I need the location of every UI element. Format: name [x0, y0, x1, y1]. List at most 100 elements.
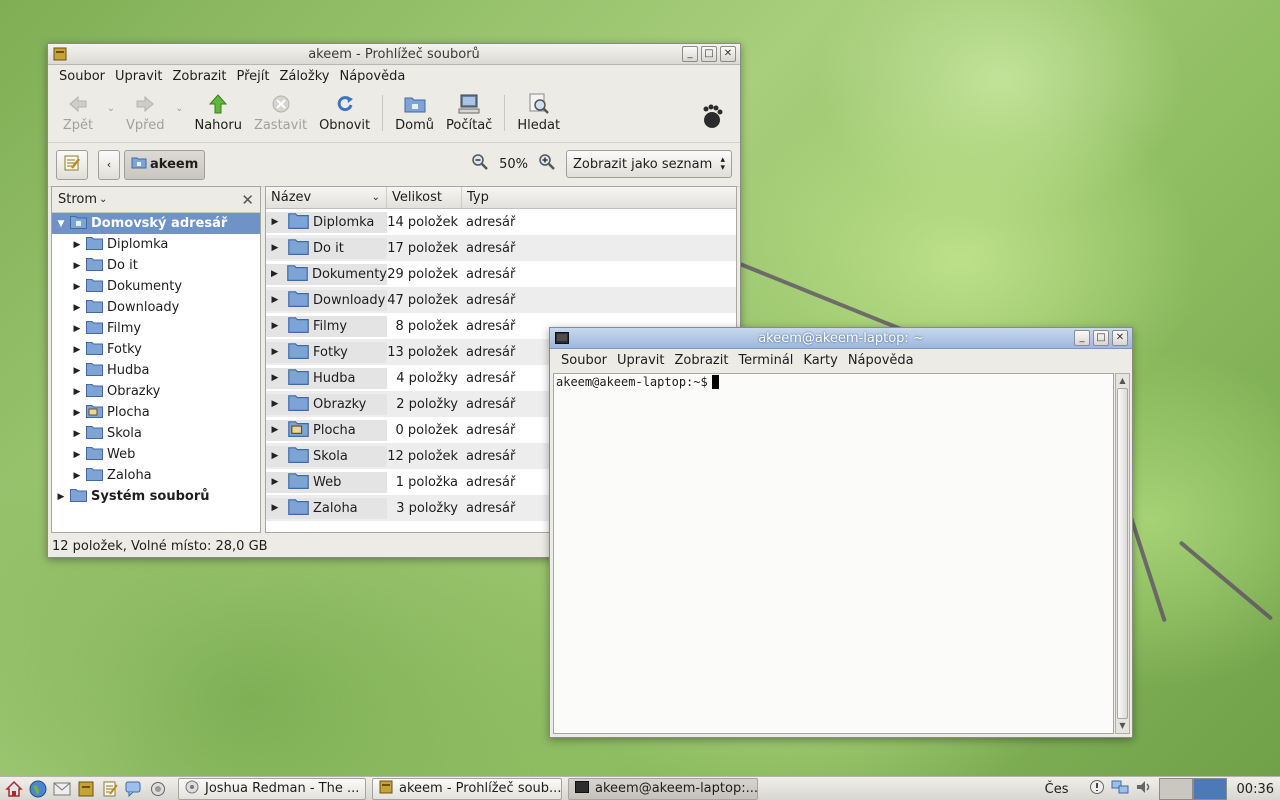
chat-icon[interactable]	[124, 779, 144, 799]
network-icon[interactable]	[1111, 779, 1129, 799]
expand-triangle-icon[interactable]: ▶	[70, 324, 84, 334]
sidebar-item-plocha[interactable]: ▶ Plocha	[52, 402, 260, 423]
expand-triangle-icon[interactable]: ▶	[70, 261, 84, 271]
expand-triangle-icon[interactable]: ▶	[70, 387, 84, 397]
stop-button[interactable]: Zastavit	[248, 93, 313, 133]
zoom-out-icon[interactable]	[471, 153, 489, 175]
zoom-level[interactable]: 50%	[499, 157, 528, 172]
taskbar-item-file-manager[interactable]: akeem - Prohlížeč soub...	[372, 777, 562, 800]
scroll-up-icon[interactable]: ▲	[1116, 374, 1129, 388]
search-button[interactable]: Hledat	[511, 93, 566, 133]
sidebar-item-downloady[interactable]: ▶ Downloady	[52, 297, 260, 318]
web-browser-icon[interactable]	[28, 779, 48, 799]
clock[interactable]: 00:36	[1237, 782, 1274, 797]
file-manager-launcher-icon[interactable]	[76, 779, 96, 799]
sidebar-item-skola[interactable]: ▶ Skola	[52, 423, 260, 444]
expand-triangle-icon[interactable]: ▶	[70, 240, 84, 250]
terminal-titlebar[interactable]: akeem@akeem-laptop: ~ _ □ ✕	[550, 328, 1132, 349]
workspace-2[interactable]	[1192, 778, 1227, 800]
expand-triangle-icon[interactable]: ▶	[268, 217, 282, 227]
menu-view[interactable]: Zobrazit	[669, 353, 733, 368]
forward-button[interactable]: Vpřed	[120, 93, 170, 133]
expand-triangle-icon[interactable]: ▶	[268, 321, 282, 331]
expand-triangle-icon[interactable]: ▶	[70, 282, 84, 292]
up-button[interactable]: Nahoru	[188, 93, 247, 133]
menu-help[interactable]: Nápověda	[334, 69, 410, 84]
menu-tabs[interactable]: Karty	[798, 353, 842, 368]
sidebar-mode-select[interactable]: Strom ⌄	[58, 192, 107, 207]
mail-icon[interactable]	[52, 779, 72, 799]
maximize-button[interactable]: □	[701, 46, 717, 62]
menu-help[interactable]: Nápověda	[843, 353, 919, 368]
zoom-in-icon[interactable]	[538, 153, 556, 175]
path-button-home[interactable]: akeem	[124, 149, 206, 180]
reload-button[interactable]: Obnovit	[313, 93, 376, 133]
sidebar-item-do-it[interactable]: ▶ Do it	[52, 255, 260, 276]
expand-triangle-icon[interactable]: ▶	[268, 451, 282, 461]
file-manager-titlebar[interactable]: akeem - Prohlížeč souborů _ □ ✕	[48, 44, 740, 65]
expand-triangle-icon[interactable]: ▶	[268, 295, 282, 305]
expand-triangle-icon[interactable]: ▶	[70, 429, 84, 439]
back-history-dropdown[interactable]: ⌄	[102, 103, 120, 114]
expand-triangle-icon[interactable]: ▶	[268, 243, 282, 253]
workspace-switcher[interactable]	[1158, 778, 1227, 800]
workspace-1[interactable]	[1158, 778, 1193, 800]
expand-triangle-icon[interactable]: ▶	[268, 399, 282, 409]
path-scroll-left-button[interactable]: ‹	[98, 149, 120, 180]
maximize-button[interactable]: □	[1093, 330, 1109, 346]
minimize-button[interactable]: _	[682, 46, 698, 62]
scroll-thumb[interactable]	[1117, 388, 1128, 719]
sidebar-item-filesystem[interactable]: ▶ Systém souborů	[52, 486, 260, 507]
expand-triangle-icon[interactable]: ▶	[70, 450, 84, 460]
expand-triangle-icon[interactable]: ▶	[268, 503, 282, 513]
menu-edit[interactable]: Upravit	[110, 69, 167, 84]
sidebar-item-web[interactable]: ▶ Web	[52, 444, 260, 465]
expand-triangle-icon[interactable]: ▶	[268, 477, 282, 487]
sidebar-item-fotky[interactable]: ▶ Fotky	[52, 339, 260, 360]
menu-file[interactable]: Soubor	[54, 69, 110, 84]
close-button[interactable]: ✕	[720, 46, 736, 62]
forward-history-dropdown[interactable]: ⌄	[170, 103, 188, 114]
back-button[interactable]: Zpět	[54, 93, 102, 133]
menu-terminal[interactable]: Terminál	[733, 353, 798, 368]
taskbar-item-terminal[interactable]: akeem@akeem-laptop:...	[568, 777, 758, 800]
menu-go[interactable]: Přejít	[231, 69, 274, 84]
expand-triangle-icon[interactable]: ▶	[268, 373, 282, 383]
update-notifier-icon[interactable]	[1089, 779, 1105, 799]
expand-triangle-icon[interactable]: ▶	[70, 471, 84, 481]
scroll-down-icon[interactable]: ▼	[1116, 719, 1129, 733]
taskbar-item-music[interactable]: Joshua Redman - The ...	[178, 777, 366, 800]
close-sidebar-icon[interactable]: ✕	[241, 191, 254, 209]
text-editor-icon[interactable]	[100, 779, 120, 799]
expand-triangle-icon[interactable]: ▶	[54, 492, 68, 502]
terminal-output[interactable]: akeem@akeem-laptop:~$	[553, 373, 1114, 734]
sidebar-item-hudba[interactable]: ▶ Hudba	[52, 360, 260, 381]
menu-view[interactable]: Zobrazit	[167, 69, 231, 84]
applications-menu-icon[interactable]	[4, 779, 24, 799]
column-size-header[interactable]: Velikost	[387, 187, 462, 208]
menu-file[interactable]: Soubor	[556, 353, 612, 368]
computer-button[interactable]: Počítač	[440, 93, 498, 133]
terminal-scrollbar[interactable]: ▲ ▼	[1115, 373, 1130, 734]
close-button[interactable]: ✕	[1112, 330, 1128, 346]
expand-triangle-icon[interactable]: ▶	[268, 347, 282, 357]
menu-bookmarks[interactable]: Záložky	[274, 69, 334, 84]
sidebar-item-home[interactable]: ▼ Domovský adresář	[52, 213, 260, 234]
menu-edit[interactable]: Upravit	[612, 353, 669, 368]
toggle-location-button[interactable]	[56, 149, 88, 180]
table-row[interactable]: ▶ Do it 17 položek adresář	[266, 235, 736, 261]
sidebar-item-zaloha[interactable]: ▶ Zaloha	[52, 465, 260, 486]
collapse-triangle-icon[interactable]: ▼	[54, 219, 68, 229]
sidebar-item-obrazky[interactable]: ▶ Obrazky	[52, 381, 260, 402]
sidebar-item-dokumenty[interactable]: ▶ Dokumenty	[52, 276, 260, 297]
screensaver-icon[interactable]	[148, 779, 168, 799]
volume-icon[interactable]	[1135, 779, 1153, 799]
table-row[interactable]: ▶ Diplomka 14 položek adresář	[266, 209, 736, 235]
sidebar-item-diplomka[interactable]: ▶ Diplomka	[52, 234, 260, 255]
expand-triangle-icon[interactable]: ▶	[268, 425, 282, 435]
sidebar-item-filmy[interactable]: ▶ Filmy	[52, 318, 260, 339]
expand-triangle-icon[interactable]: ▶	[70, 345, 84, 355]
column-name-header[interactable]: Název ⌄	[266, 187, 387, 208]
expand-triangle-icon[interactable]: ▶	[70, 366, 84, 376]
expand-triangle-icon[interactable]: ▶	[70, 408, 84, 418]
